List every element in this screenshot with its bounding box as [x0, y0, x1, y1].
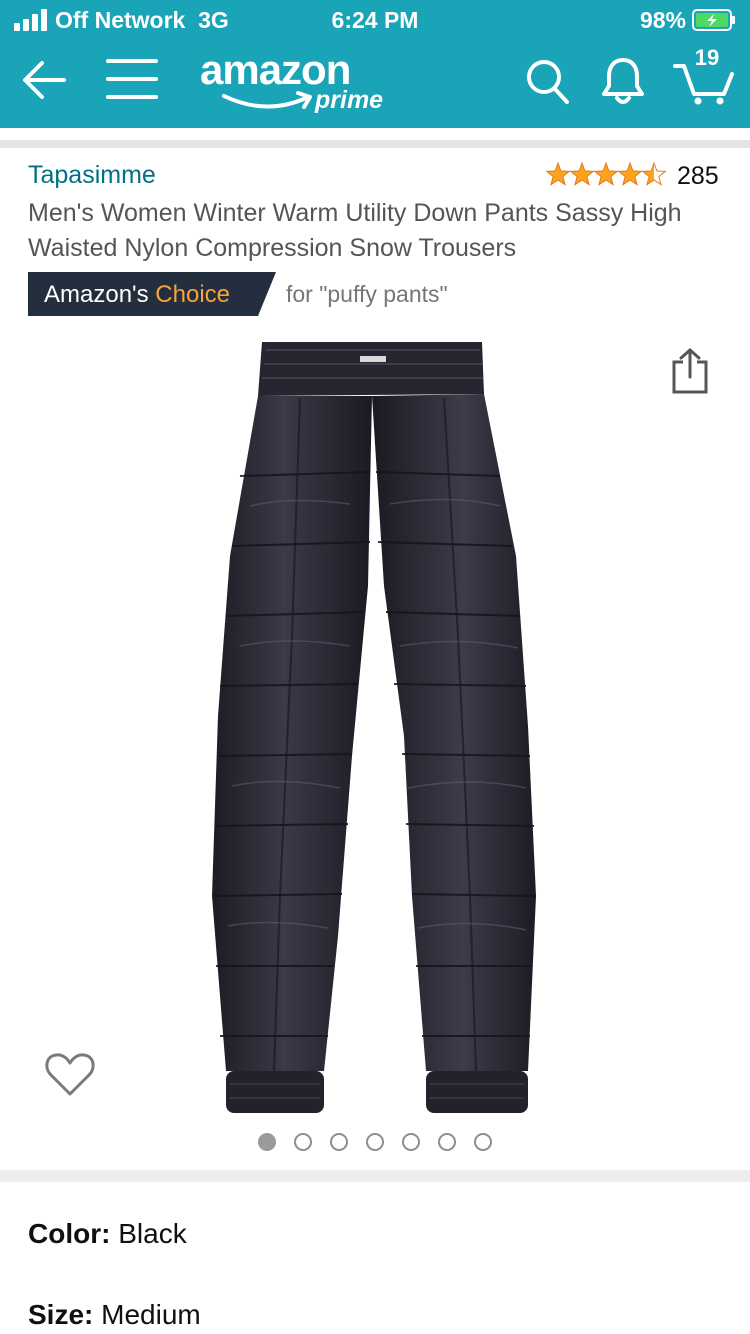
section-separator: [0, 1170, 750, 1182]
back-arrow-icon[interactable]: [18, 56, 70, 104]
pagination-dot-4[interactable]: [366, 1133, 384, 1151]
status-bar: Off Network 3G 6:24 PM 98%: [0, 0, 750, 40]
pagination-dot-1[interactable]: [258, 1133, 276, 1151]
app-header: amazon prime 19: [0, 40, 750, 128]
heart-wishlist-icon[interactable]: [44, 1050, 96, 1098]
size-selector[interactable]: Size: Medium: [28, 1299, 201, 1331]
pagination-dot-2[interactable]: [294, 1133, 312, 1151]
logo-prime-text: prime: [315, 86, 384, 114]
star-3: [593, 162, 619, 186]
star-5: [641, 162, 666, 186]
star-2: [569, 162, 595, 186]
share-icon[interactable]: [670, 347, 710, 395]
status-time: 6:24 PM: [331, 7, 419, 33]
amazon-prime-logo[interactable]: amazon prime: [198, 46, 408, 120]
star-rating-icon: [546, 162, 666, 186]
header-divider: [0, 128, 750, 148]
amazons-choice-badge: Amazon's Choice: [28, 272, 276, 316]
product-image-pants[interactable]: [200, 336, 550, 1126]
color-label: Color:: [28, 1218, 111, 1249]
pagination-dot-7[interactable]: [474, 1133, 492, 1151]
menu-icon[interactable]: [105, 56, 159, 102]
battery-percent: 98%: [639, 7, 686, 33]
cart-button[interactable]: 19: [672, 44, 736, 106]
star-1: [546, 162, 571, 186]
image-pagination-dots[interactable]: [0, 1133, 750, 1153]
color-value: Black: [118, 1218, 187, 1249]
battery-charging-icon: [692, 9, 735, 31]
pagination-dot-3[interactable]: [330, 1133, 348, 1151]
size-label: Size:: [28, 1299, 94, 1330]
product-title: Men's Women Winter Warm Utility Down Pan…: [28, 199, 682, 262]
product-image-carousel[interactable]: [0, 330, 750, 1130]
search-icon[interactable]: [524, 56, 570, 106]
logo-smile: [222, 91, 312, 109]
bell-icon[interactable]: [598, 54, 648, 106]
badge-keyword: for "puffy pants": [286, 281, 448, 307]
rating-count: 285: [677, 162, 719, 190]
pagination-dot-5[interactable]: [402, 1133, 420, 1151]
pagination-dot-6[interactable]: [438, 1133, 456, 1151]
color-selector[interactable]: Color: Black: [28, 1218, 187, 1250]
size-value: Medium: [101, 1299, 201, 1330]
badge-label: Amazon's Choice: [44, 281, 231, 308]
badge-choice-word: Choice: [155, 281, 231, 308]
brand-link[interactable]: Tapasimme: [28, 161, 156, 190]
star-4: [617, 162, 643, 186]
cart-count-badge: 19: [694, 45, 720, 70]
